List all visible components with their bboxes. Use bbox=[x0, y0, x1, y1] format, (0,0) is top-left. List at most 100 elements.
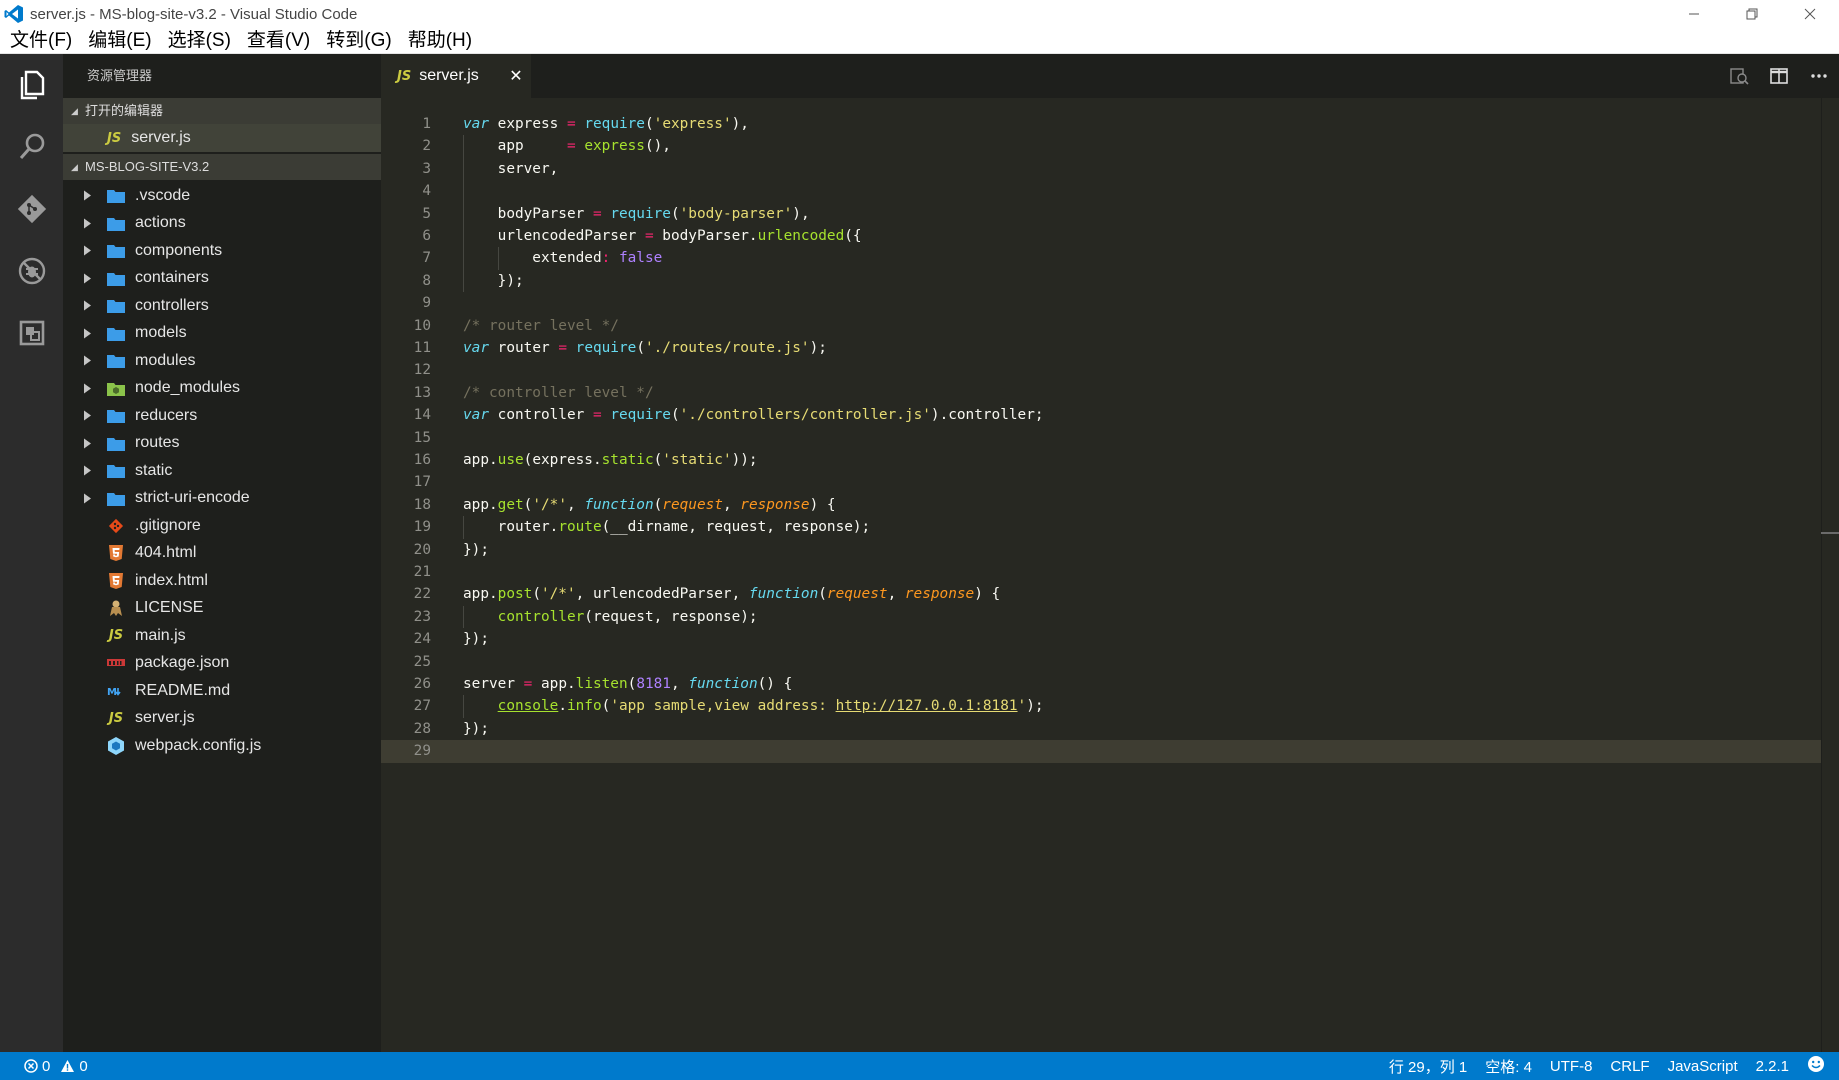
code-line[interactable]: 19 router.route(__dirname, request, resp… bbox=[381, 516, 1839, 538]
code-line[interactable]: 26 server = app.listen(8181, function() { bbox=[381, 673, 1839, 695]
minimize-button[interactable] bbox=[1665, 0, 1723, 28]
code-line[interactable]: 22 app.post('/*', urlencodedParser, funct… bbox=[381, 583, 1839, 605]
menu-file[interactable]: 文件(F) bbox=[2, 28, 80, 54]
folder-icon bbox=[105, 241, 127, 261]
open-editor-item[interactable]: JS server.js bbox=[63, 124, 381, 152]
folder-item[interactable]: containers bbox=[63, 265, 381, 293]
code-line[interactable]: 10 /* router level */ bbox=[381, 315, 1839, 337]
file-item[interactable]: index.html bbox=[63, 567, 381, 595]
folder-item[interactable]: modules bbox=[63, 347, 381, 375]
folder-item[interactable]: controllers bbox=[63, 292, 381, 320]
code-line[interactable]: 3 server, bbox=[381, 158, 1839, 180]
code-line[interactable]: 23 controller(request, response); bbox=[381, 606, 1839, 628]
code-text: server = app.listen(8181, function() { bbox=[463, 676, 793, 692]
code-text: }); bbox=[463, 272, 524, 289]
open-editors-header[interactable]: ◢ 打开的编辑器 bbox=[63, 98, 381, 124]
end-of-line[interactable]: CRLF bbox=[1610, 1058, 1649, 1075]
project-header[interactable]: ◢ MS-BLOG-SITE-V3.2 bbox=[63, 154, 381, 180]
restore-button[interactable] bbox=[1723, 0, 1781, 28]
folder-item[interactable]: components bbox=[63, 237, 381, 265]
code-line[interactable]: 11 var router = require('./routes/route.j… bbox=[381, 337, 1839, 359]
folder-item[interactable]: static bbox=[63, 457, 381, 485]
extensions-button[interactable] bbox=[0, 302, 63, 364]
code-line[interactable]: 28}); bbox=[381, 718, 1839, 740]
file-item[interactable]: M README.md bbox=[63, 677, 381, 705]
file-item[interactable]: JS server.js bbox=[63, 705, 381, 733]
close-tab-icon[interactable]: ✕ bbox=[501, 66, 531, 86]
code-line[interactable]: 15 bbox=[381, 427, 1839, 449]
close-window-button[interactable] bbox=[1781, 0, 1839, 28]
tab-server-js[interactable]: JS server.js ✕ bbox=[381, 54, 531, 98]
code-line[interactable]: 8 }); bbox=[381, 270, 1839, 292]
file-item[interactable]: .gitignore bbox=[63, 512, 381, 540]
folder-item[interactable]: routes bbox=[63, 430, 381, 458]
code-line[interactable]: 6 urlencodedParser = bodyParser.urlencod… bbox=[381, 225, 1839, 247]
file-item[interactable]: webpack.config.js bbox=[63, 732, 381, 760]
code-text: app = express(), bbox=[463, 138, 671, 155]
code-line[interactable]: 2 app = express(), bbox=[381, 135, 1839, 157]
code-text: app.use(express.static('static')); bbox=[463, 452, 758, 468]
source-control-button[interactable] bbox=[0, 178, 63, 240]
ellipsis-icon bbox=[1811, 74, 1827, 78]
indentation[interactable]: 空格: 4 bbox=[1485, 1056, 1532, 1077]
vertical-scrollbar[interactable] bbox=[1821, 98, 1839, 1052]
menu-help[interactable]: 帮助(H) bbox=[400, 28, 480, 54]
feedback-button[interactable] bbox=[1807, 1055, 1825, 1077]
code-text: /* router level */ bbox=[463, 317, 619, 334]
code-line[interactable]: 21 bbox=[381, 561, 1839, 583]
file-item[interactable]: JS main.js bbox=[63, 622, 381, 650]
code-line[interactable]: 18 app.get('/*', function(request, respon… bbox=[381, 494, 1839, 516]
code-line[interactable]: 1 var express = require('express'), bbox=[381, 113, 1839, 135]
search-button[interactable] bbox=[0, 116, 63, 178]
code-text: app.get('/*', function(request, response… bbox=[463, 496, 836, 513]
code-line[interactable]: 12 bbox=[381, 359, 1839, 381]
line-number: 6 bbox=[422, 228, 431, 244]
code-line[interactable]: 29 bbox=[381, 740, 1839, 763]
code-line[interactable]: 14 var controller = require('./controller… bbox=[381, 404, 1839, 426]
folder-item[interactable]: models bbox=[63, 320, 381, 348]
problems-indicator[interactable]: 0 0 bbox=[24, 1058, 88, 1075]
line-number: 7 bbox=[422, 250, 431, 267]
code-line[interactable]: 16 app.use(express.static('static')); bbox=[381, 449, 1839, 471]
file-item[interactable]: LICENSE bbox=[63, 595, 381, 623]
code-line[interactable]: 24}); bbox=[381, 628, 1839, 650]
chevron-right-icon bbox=[83, 493, 97, 504]
folder-item[interactable]: actions bbox=[63, 210, 381, 238]
language-mode[interactable]: JavaScript bbox=[1668, 1058, 1738, 1075]
menu-selection[interactable]: 选择(S) bbox=[160, 28, 239, 54]
folder-item[interactable]: strict-uri-encode bbox=[63, 485, 381, 513]
explorer-button[interactable] bbox=[0, 54, 63, 116]
code-line[interactable]: 27 console.info('app sample,view address… bbox=[381, 695, 1839, 717]
code-line[interactable]: 4 bbox=[381, 180, 1839, 202]
folder-item[interactable]: reducers bbox=[63, 402, 381, 430]
open-changes-button[interactable] bbox=[1719, 66, 1759, 86]
line-number: 14 bbox=[413, 407, 431, 424]
folder-item[interactable]: node_modules bbox=[63, 375, 381, 403]
code-line[interactable]: 20}); bbox=[381, 539, 1839, 561]
code-editor[interactable]: 1 var express = require('express'), 2 app … bbox=[381, 98, 1839, 1052]
tree-item-label: static bbox=[135, 461, 173, 479]
debug-button[interactable] bbox=[0, 240, 63, 302]
code-line[interactable]: 25 bbox=[381, 651, 1839, 673]
menu-view[interactable]: 查看(V) bbox=[239, 28, 318, 54]
code-line[interactable]: 5 bodyParser = require('body-parser'), bbox=[381, 203, 1839, 225]
chevron-right-icon bbox=[84, 410, 91, 421]
code-line[interactable]: 13 /* controller level */ bbox=[381, 382, 1839, 404]
code-line[interactable]: 17 bbox=[381, 471, 1839, 493]
cursor-position[interactable]: 行 29，列 1 bbox=[1389, 1056, 1467, 1077]
tree-item-label: 404.html bbox=[135, 544, 197, 562]
chevron-right-icon bbox=[84, 383, 91, 394]
more-actions-button[interactable] bbox=[1799, 66, 1839, 86]
version[interactable]: 2.2.1 bbox=[1756, 1058, 1789, 1075]
code-text: bodyParser = require('body-parser'), bbox=[463, 205, 810, 222]
file-item[interactable]: 404.html bbox=[63, 540, 381, 568]
menu-edit[interactable]: 编辑(E) bbox=[80, 28, 159, 54]
code-line[interactable]: 9 bbox=[381, 292, 1839, 314]
folder-item[interactable]: .vscode bbox=[63, 182, 381, 210]
code-line[interactable]: 7 extended: false bbox=[381, 247, 1839, 269]
line-number: 25 bbox=[413, 653, 431, 670]
split-editor-button[interactable] bbox=[1759, 66, 1799, 86]
encoding[interactable]: UTF-8 bbox=[1550, 1058, 1593, 1075]
file-item[interactable]: package.json bbox=[63, 650, 381, 678]
menu-go[interactable]: 转到(G) bbox=[318, 28, 399, 54]
